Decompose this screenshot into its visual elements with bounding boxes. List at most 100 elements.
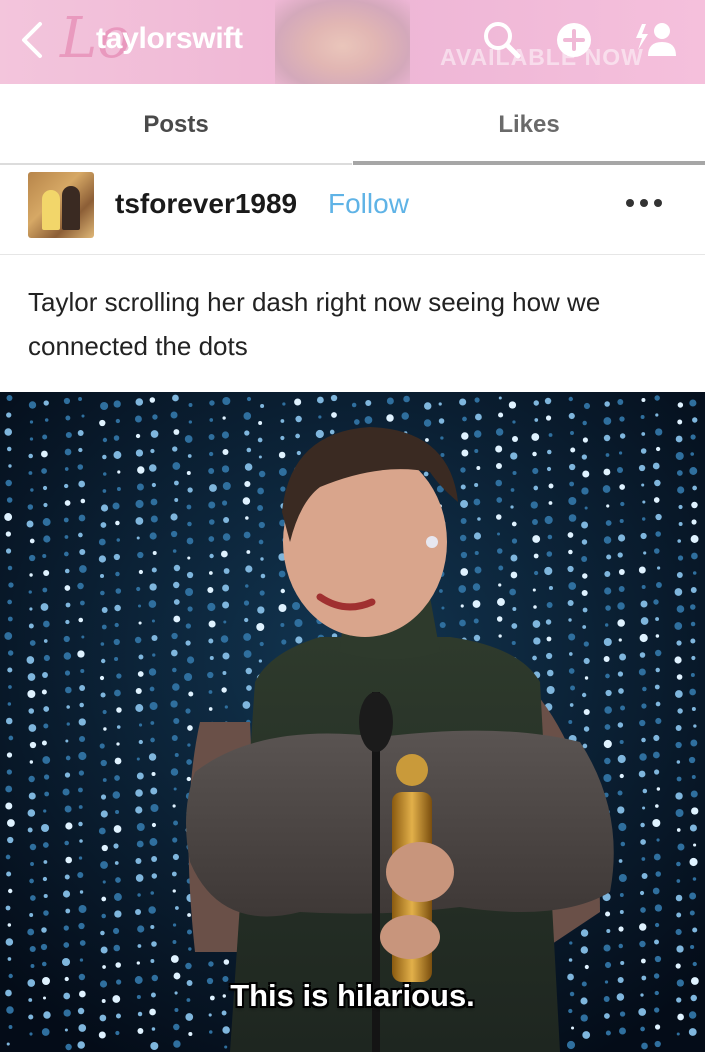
tab-posts[interactable]: Posts bbox=[0, 84, 352, 166]
backdrop-light-dot bbox=[674, 588, 683, 596]
backdrop-light-dot bbox=[496, 616, 503, 622]
backdrop-light-dot bbox=[654, 479, 661, 487]
post-username[interactable]: tsforever1989 bbox=[115, 188, 297, 220]
backdrop-light-dot bbox=[278, 468, 287, 476]
backdrop-light-dot bbox=[510, 488, 515, 492]
backdrop-light-dot bbox=[676, 572, 683, 578]
backdrop-light-dot bbox=[172, 889, 176, 893]
backdrop-light-dot bbox=[260, 403, 265, 409]
backdrop-light-dot bbox=[580, 946, 589, 954]
backdrop-light-dot bbox=[43, 774, 50, 780]
backdrop-light-dot bbox=[546, 685, 555, 695]
backdrop-light-dot bbox=[582, 437, 588, 443]
microphone bbox=[359, 692, 393, 752]
backdrop-light-dot bbox=[606, 504, 610, 508]
more-options-icon[interactable] bbox=[624, 196, 664, 210]
backdrop-light-dot bbox=[209, 418, 214, 422]
add-user-icon[interactable] bbox=[632, 18, 676, 62]
blog-title[interactable]: taylorswift bbox=[96, 22, 243, 56]
backdrop-light-dot bbox=[136, 840, 144, 848]
backdrop-light-dot bbox=[186, 571, 194, 579]
backdrop-light-dot bbox=[568, 496, 577, 506]
backdrop-light-dot bbox=[137, 1028, 144, 1034]
backdrop-light-dot bbox=[675, 725, 682, 731]
backdrop-light-dot bbox=[172, 923, 177, 927]
backdrop-light-dot bbox=[571, 1026, 575, 1030]
backdrop-light-dot bbox=[188, 420, 192, 424]
tab-likes[interactable]: Likes bbox=[353, 84, 705, 166]
backdrop-light-dot bbox=[8, 685, 12, 689]
backdrop-light-dot bbox=[151, 941, 157, 947]
backdrop-light-dot bbox=[5, 479, 12, 487]
backdrop-light-dot bbox=[112, 791, 121, 799]
backdrop-light-dot bbox=[316, 396, 324, 404]
backdrop-light-dot bbox=[151, 634, 158, 642]
backdrop-light-dot bbox=[209, 484, 217, 492]
backdrop-light-dot bbox=[7, 667, 13, 673]
backdrop-light-dot bbox=[102, 454, 107, 460]
plus-circle-icon[interactable] bbox=[552, 18, 596, 62]
backdrop-light-dot bbox=[603, 637, 612, 647]
backdrop-light-dot bbox=[187, 913, 192, 917]
backdrop-light-dot bbox=[208, 451, 214, 457]
backdrop-light-dot bbox=[569, 703, 574, 707]
backdrop-light-dot bbox=[28, 590, 32, 594]
backdrop-light-dot bbox=[495, 479, 503, 487]
backdrop-light-dot bbox=[43, 569, 50, 577]
backdrop-light-dot bbox=[185, 640, 191, 646]
backdrop-light-dot bbox=[64, 500, 71, 506]
back-chevron-icon[interactable] bbox=[14, 18, 54, 62]
backdrop-light-dot bbox=[242, 497, 251, 505]
backdrop-light-dot bbox=[173, 429, 180, 435]
backdrop-light-dot bbox=[655, 634, 660, 638]
backdrop-light-dot bbox=[208, 638, 214, 644]
backdrop-light-dot bbox=[172, 446, 178, 452]
follow-button[interactable]: Follow bbox=[328, 188, 409, 220]
backdrop-light-dot bbox=[151, 822, 157, 828]
backdrop-light-dot bbox=[150, 430, 159, 438]
backdrop-light-dot bbox=[150, 803, 159, 813]
backdrop-light-dot bbox=[99, 419, 106, 427]
backdrop-light-dot bbox=[619, 739, 624, 745]
backdrop-light-dot bbox=[64, 467, 69, 471]
backdrop-light-dot bbox=[533, 485, 539, 491]
backdrop-light-dot bbox=[655, 413, 659, 417]
backdrop-light-dot bbox=[43, 654, 50, 662]
backdrop-light-dot bbox=[41, 689, 47, 695]
backdrop-light-dot bbox=[676, 945, 684, 953]
backdrop-light-dot bbox=[582, 420, 587, 426]
backdrop-light-dot bbox=[461, 432, 469, 440]
backdrop-light-dot bbox=[497, 598, 505, 606]
backdrop-light-dot bbox=[8, 1025, 13, 1029]
backdrop-light-dot bbox=[116, 673, 122, 679]
backdrop-light-dot bbox=[473, 532, 482, 540]
backdrop-light-dot bbox=[28, 401, 37, 409]
backdrop-light-dot bbox=[135, 874, 144, 882]
post-gif-image[interactable]: This is hilarious. bbox=[0, 392, 705, 1052]
backdrop-light-dot bbox=[7, 565, 13, 571]
backdrop-light-dot bbox=[5, 785, 13, 793]
backdrop-light-dot bbox=[62, 788, 70, 796]
blog-header: Lo AVAILABLE NOW taylorswift bbox=[0, 0, 705, 84]
backdrop-light-dot bbox=[604, 961, 612, 969]
backdrop-light-dot bbox=[652, 818, 661, 828]
backdrop-light-dot bbox=[643, 551, 647, 555]
backdrop-light-dot bbox=[208, 707, 213, 711]
backdrop-light-dot bbox=[677, 486, 685, 494]
backdrop-light-dot bbox=[604, 724, 611, 730]
backdrop-light-dot bbox=[677, 419, 683, 425]
backdrop-light-dot bbox=[150, 959, 155, 963]
backdrop-light-dot bbox=[115, 877, 121, 883]
backdrop-light-dot bbox=[222, 601, 230, 609]
avatar[interactable] bbox=[28, 172, 94, 238]
backdrop-light-dot bbox=[653, 853, 661, 861]
search-icon[interactable] bbox=[480, 18, 524, 62]
backdrop-light-dot bbox=[568, 618, 572, 622]
backdrop-light-dot bbox=[8, 735, 14, 741]
backdrop-light-dot bbox=[602, 485, 611, 493]
backdrop-light-dot bbox=[512, 607, 517, 611]
backdrop-light-dot bbox=[29, 878, 34, 884]
backdrop-light-dot bbox=[29, 538, 35, 544]
backdrop-light-dot bbox=[619, 773, 624, 779]
backdrop-light-dot bbox=[113, 451, 122, 459]
